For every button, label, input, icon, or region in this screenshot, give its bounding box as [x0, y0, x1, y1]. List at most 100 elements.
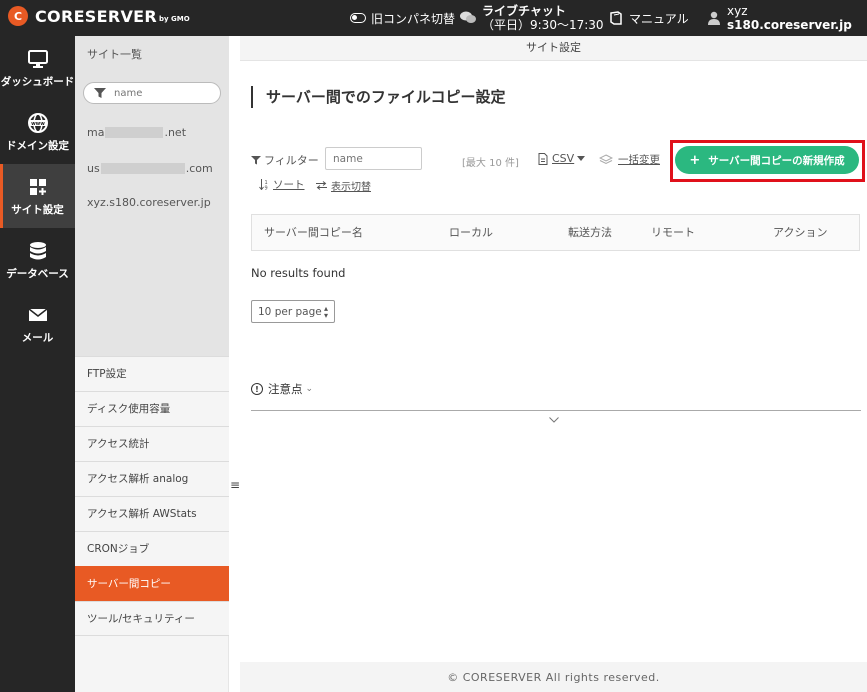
- svg-text:9: 9: [265, 186, 268, 191]
- logo-mark-icon: C: [8, 6, 28, 26]
- user-name: xyz: [727, 4, 748, 18]
- filter-icon: [94, 88, 106, 98]
- site-name-suffix: .com: [185, 162, 213, 175]
- plus-icon: +: [689, 152, 701, 168]
- site-panel: サイト一覧 ma .net us .com xyz.s180.coreserve…: [75, 36, 229, 692]
- menu-item-analog[interactable]: アクセス解析 analog: [75, 461, 229, 496]
- site-list-area: サイト一覧 ma .net us .com xyz.s180.coreserve…: [75, 36, 229, 356]
- filter-icon: [251, 156, 261, 165]
- nav-item-dashboard[interactable]: ダッシュボード: [0, 36, 75, 100]
- display-toggle-label: 表示切替: [331, 182, 371, 193]
- expand-chevron-icon[interactable]: [549, 413, 559, 426]
- column-header-name[interactable]: サーバー間コピー名: [264, 215, 363, 251]
- nav-item-database[interactable]: データベース: [0, 228, 75, 292]
- max-count: [最大 10 件]: [462, 158, 519, 169]
- column-header-method[interactable]: 転送方法: [568, 215, 612, 251]
- chat-icon: [460, 11, 476, 23]
- nav-label-dashboard: ダッシュボード: [0, 76, 75, 88]
- manual-link[interactable]: マニュアル: [609, 0, 689, 36]
- panel-collapse-handle[interactable]: ≡: [230, 478, 240, 492]
- manual-label: マニュアル: [629, 11, 689, 26]
- menu-item-ftp[interactable]: FTP設定: [75, 356, 229, 391]
- redacted-block: [105, 127, 164, 138]
- nav-label-mail: メール: [21, 332, 54, 344]
- site-item[interactable]: ma .net: [87, 126, 186, 139]
- new-server-copy-button[interactable]: + サーバー間コピーの新規作成: [675, 146, 859, 174]
- layers-icon: [599, 153, 613, 164]
- per-page-select[interactable]: 10 per page ▴ ▾: [251, 300, 335, 323]
- live-chat-title: ライブチャット: [482, 4, 566, 18]
- globe-icon: www: [27, 113, 48, 133]
- menu-item-server-copy[interactable]: サーバー間コピー: [75, 566, 229, 601]
- nav-item-mail[interactable]: メール: [0, 292, 75, 356]
- menu-item-awstats[interactable]: アクセス解析 AWStats: [75, 496, 229, 531]
- display-toggle-link[interactable]: 表示切替: [316, 178, 371, 193]
- site-name-suffix: .net: [164, 126, 187, 139]
- filter-input[interactable]: [325, 147, 422, 170]
- left-nav: ダッシュボード www ドメイン設定 サイト設定 データベース メール: [0, 36, 75, 692]
- redacted-block: [100, 163, 185, 174]
- site-item[interactable]: xyz.s180.coreserver.jp: [87, 196, 211, 209]
- footer: © CORESERVER All rights reserved.: [240, 662, 867, 692]
- nav-label-site-settings: サイト設定: [11, 204, 64, 216]
- nav-label-database: データベース: [6, 268, 69, 280]
- live-chat-link[interactable]: ライブチャット （平日）9:30〜17:30: [460, 0, 604, 36]
- monitor-icon: [27, 50, 48, 68]
- column-header-remote[interactable]: リモート: [651, 215, 695, 251]
- chevron-down-icon: ⌄: [305, 384, 314, 394]
- site-name-prefix: us: [87, 162, 100, 175]
- file-icon: [538, 152, 548, 165]
- page-title: サーバー間でのファイルコピー設定: [251, 86, 506, 108]
- menu-item-tools-security[interactable]: ツール/セキュリティー: [75, 601, 229, 636]
- user-icon: [708, 11, 720, 25]
- menu-item-cron[interactable]: CRONジョブ: [75, 531, 229, 566]
- csv-label: CSV: [552, 152, 575, 165]
- csv-dropdown[interactable]: CSV: [538, 152, 586, 165]
- table-header: サーバー間コピー名 ローカル 転送方法 リモート アクション: [251, 214, 860, 251]
- svg-text:www: www: [31, 121, 45, 127]
- sort-icon: 1 9: [259, 179, 268, 191]
- sort-label: ソート: [273, 179, 305, 191]
- main-content: サイト設定 サーバー間でのファイルコピー設定 フィルター [最大 10 件] C…: [240, 36, 867, 692]
- info-icon: !: [251, 383, 263, 395]
- column-header-local[interactable]: ローカル: [449, 215, 493, 251]
- new-server-copy-label: サーバー間コピーの新規作成: [708, 154, 845, 167]
- site-search-input[interactable]: [114, 85, 214, 101]
- column-header-action: アクション: [773, 226, 828, 239]
- sort-link[interactable]: 1 9 ソート: [259, 177, 305, 192]
- filter-label: フィルター: [251, 152, 319, 168]
- logo-sub: by GMO: [159, 15, 190, 23]
- site-list-title: サイト一覧: [87, 48, 142, 61]
- site-search: [83, 82, 221, 104]
- old-panel-label: 旧コンパネ切替: [371, 11, 456, 26]
- user-menu[interactable]: xyz s180.coreserver.jp: [707, 0, 852, 36]
- site-item[interactable]: us .com: [87, 162, 213, 175]
- menu-item-disk-usage[interactable]: ディスク使用容量: [75, 391, 229, 426]
- mail-icon: [28, 308, 47, 321]
- user-server: s180.coreserver.jp: [727, 18, 852, 32]
- site-name: xyz.s180.coreserver.jp: [87, 196, 211, 209]
- bulk-change-label: 一括変更: [618, 154, 660, 166]
- old-panel-toggle[interactable]: 旧コンパネ切替: [350, 0, 455, 36]
- notes-toggle[interactable]: ! 注意点 ⌄: [251, 381, 313, 397]
- coreserver-logo[interactable]: C CORESERVER by GMO: [8, 6, 190, 26]
- nav-item-site-settings[interactable]: サイト設定: [0, 164, 75, 228]
- nav-item-domain[interactable]: www ドメイン設定: [0, 100, 75, 164]
- toggle-icon: [350, 13, 366, 23]
- top-bar: C CORESERVER by GMO 旧コンパネ切替 ライブチャット （平日）…: [0, 0, 867, 36]
- stepper-arrows-icon: ▴ ▾: [323, 304, 328, 320]
- grid-plus-icon: [29, 179, 46, 195]
- site-name-prefix: ma: [87, 126, 105, 139]
- filter-label-text: フィルター: [264, 154, 319, 167]
- menu-item-access-stats[interactable]: アクセス統計: [75, 426, 229, 461]
- notes-label: 注意点: [268, 382, 303, 396]
- notes-divider: [251, 410, 861, 411]
- logo-text: CORESERVER: [35, 6, 157, 26]
- caret-down-icon: [577, 156, 586, 161]
- main-header: サイト設定: [240, 36, 867, 61]
- bulk-change-link[interactable]: 一括変更: [599, 152, 660, 167]
- no-results-message: No results found: [251, 266, 346, 280]
- nav-label-domain: ドメイン設定: [6, 140, 69, 152]
- live-chat-hours: （平日）9:30〜17:30: [482, 18, 604, 32]
- per-page-value: 10 per page: [258, 305, 322, 318]
